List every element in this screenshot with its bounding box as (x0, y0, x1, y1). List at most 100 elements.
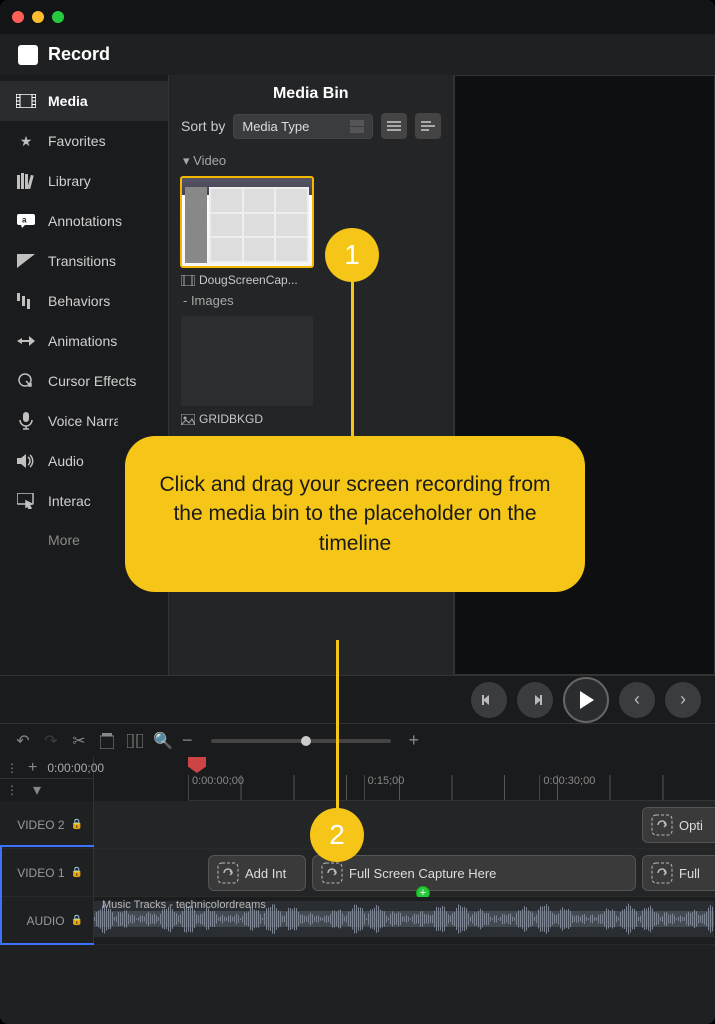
group-images[interactable]: - Images (181, 287, 441, 316)
sidebar-item-label: Animations (48, 333, 117, 349)
callout-connector-2 (336, 640, 339, 820)
thumb-label: GRIDBKGD (199, 412, 263, 426)
play-button[interactable] (563, 677, 609, 723)
track-label-video1[interactable]: VIDEO 1🔒 (0, 849, 93, 897)
speaker-icon (16, 452, 36, 470)
playhead[interactable] (188, 757, 206, 773)
copy-button[interactable] (98, 732, 116, 750)
clip-label: Opti (679, 818, 703, 833)
callout-connector-1 (351, 280, 354, 450)
animation-icon (16, 332, 36, 350)
image-file-icon (181, 414, 195, 425)
media-thumb-gridbkgd[interactable]: GRIDBKGD (181, 316, 313, 426)
sidebar-item-label: Transitions (48, 253, 116, 269)
clip-opti[interactable]: Opti (642, 807, 715, 843)
lock-icon[interactable]: 🔒 (71, 915, 83, 926)
track-video1[interactable]: Add Int Full Screen Capture Here Full + (94, 849, 715, 897)
stepper-icon (350, 120, 364, 133)
sidebar-item-library[interactable]: Library (0, 161, 168, 201)
lock-icon[interactable]: 🔒 (71, 867, 83, 878)
cut-button[interactable]: ✂ (70, 732, 88, 750)
view-grid-button[interactable] (381, 113, 407, 139)
track-controls-bottom: ⋮ ▾ (0, 779, 93, 801)
track-video2[interactable]: Opti (94, 801, 715, 849)
app-window: Record Media ★ Favorites Library a Annot… (0, 0, 715, 1024)
thumb-label: DougScreenCap... (199, 273, 298, 287)
sidebar-item-annotations[interactable]: a Annotations (0, 201, 168, 241)
clip-label: Full (679, 866, 700, 881)
library-icon (16, 172, 36, 190)
sidebar-item-label: Audio (48, 453, 84, 469)
media-thumb-dougscreencap[interactable]: DougScreenCap... (181, 177, 313, 287)
sidebar-item-label: Favorites (48, 133, 106, 149)
clip-fullscreen[interactable]: Full Screen Capture Here (312, 855, 636, 891)
transition-icon (16, 252, 36, 270)
zoom-icon: 🔍 (154, 732, 172, 750)
add-track-button[interactable]: + (28, 759, 37, 777)
view-list-button[interactable] (415, 113, 441, 139)
placeholder-icon (651, 814, 673, 836)
next-frame-button[interactable] (517, 682, 553, 718)
cursor-icon (16, 372, 36, 390)
nav-next-button[interactable]: › (665, 682, 701, 718)
audio-clip-label: Music Tracks - technicolordreams (102, 899, 266, 911)
maximize-window-icon[interactable] (52, 11, 64, 23)
placeholder-icon (217, 862, 239, 884)
zoom-in[interactable]: + (409, 730, 420, 751)
prev-frame-button[interactable] (471, 682, 507, 718)
sidebar-item-animations[interactable]: Animations (0, 321, 168, 361)
zoom-out[interactable]: − (182, 730, 193, 751)
split-button[interactable] (126, 732, 144, 750)
redo-button[interactable]: ↷ (42, 732, 60, 750)
track-audio[interactable]: Music Tracks - technicolordreams // gene… (94, 897, 715, 945)
media-bin-title: Media Bin (181, 81, 441, 113)
sidebar-item-voice[interactable]: Voice Narration (0, 401, 168, 441)
sidebar-item-label: Annotations (48, 213, 122, 229)
tutorial-callout: Click and drag your screen recording fro… (125, 436, 585, 592)
nav-prev-button[interactable]: ‹ (619, 682, 655, 718)
collapse-track-button[interactable]: ▾ (28, 780, 46, 800)
svg-text:a: a (22, 216, 27, 225)
sidebar-item-transitions[interactable]: Transitions (0, 241, 168, 281)
interactivity-icon (16, 492, 36, 510)
playback-controls: ‹ › (0, 675, 715, 723)
minimize-window-icon[interactable] (32, 11, 44, 23)
clip-addint[interactable]: Add Int (208, 855, 306, 891)
clip-label: Full Screen Capture Here (349, 866, 496, 881)
callout-text: Click and drag your screen recording fro… (159, 473, 550, 555)
track-controls-top: ⋮ + 0:00:00;00 (0, 757, 93, 779)
track-label-video2[interactable]: VIDEO 2🔒 (0, 801, 93, 849)
close-window-icon[interactable] (12, 11, 24, 23)
mic-icon (16, 412, 36, 430)
ruler-tick: 0:15;00 (364, 775, 540, 800)
sort-label: Sort by (181, 118, 225, 134)
annotation-icon: a (16, 212, 36, 230)
callout-badge-2: 2 (310, 808, 364, 862)
record-bar: Record (0, 34, 715, 75)
callout-badge-1: 1 (325, 228, 379, 282)
media-icon (16, 92, 36, 110)
sidebar-item-behaviors[interactable]: Behaviors (0, 281, 168, 321)
record-button[interactable] (18, 45, 38, 65)
sidebar-item-favorites[interactable]: ★ Favorites (0, 121, 168, 161)
undo-button[interactable]: ↶ (14, 732, 32, 750)
track-label-audio[interactable]: AUDIO🔒 (0, 897, 93, 945)
video-file-icon (181, 275, 195, 286)
sidebar-more-label: More (48, 532, 80, 548)
sort-dropdown[interactable]: Media Type (233, 114, 372, 139)
zoom-slider[interactable] (211, 739, 391, 743)
clip-full2[interactable]: Full (642, 855, 715, 891)
sidebar-item-label: Library (48, 173, 91, 189)
group-video[interactable]: ▾ Video (181, 147, 441, 177)
sidebar-item-label: Voice Narration (48, 413, 118, 429)
time-ruler[interactable]: 0:00:00;00 0:15;00 0:00:30;00 (188, 775, 715, 801)
sidebar-item-media[interactable]: Media (0, 81, 168, 121)
placeholder-icon (321, 862, 343, 884)
sidebar-item-label: Behaviors (48, 293, 110, 309)
titlebar (0, 0, 715, 34)
sidebar-item-cursor[interactable]: Cursor Effects (0, 361, 168, 401)
lock-icon[interactable]: 🔒 (71, 819, 83, 830)
sort-value: Media Type (242, 119, 309, 134)
sidebar-item-label: Media (48, 93, 88, 109)
star-icon: ★ (16, 132, 36, 150)
